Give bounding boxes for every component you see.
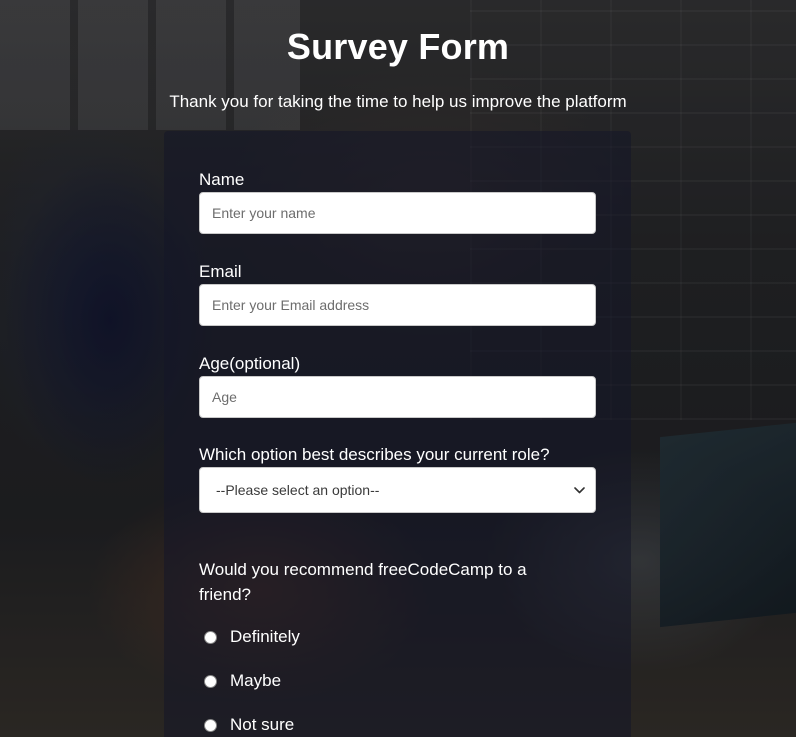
role-select-value: --Please select an option-- <box>216 482 380 498</box>
radio-option-maybe[interactable]: Maybe <box>199 670 596 692</box>
recommend-question: Would you recommend freeCodeCamp to a fr… <box>199 560 527 604</box>
name-input[interactable] <box>199 192 596 234</box>
name-label: Name <box>199 170 245 189</box>
recommend-option: Definitely <box>199 626 596 648</box>
radio-option-definitely[interactable]: Definitely <box>199 626 596 648</box>
page-title: Survey Form <box>286 26 510 67</box>
page-description: Thank you for taking the time to help us… <box>169 92 627 111</box>
recommend-option: Maybe <box>199 670 596 692</box>
radio-option-not-sure[interactable]: Not sure <box>199 714 596 736</box>
recommend-option: Not sure <box>199 714 596 736</box>
radio-button[interactable] <box>204 630 217 644</box>
radio-button[interactable] <box>204 674 217 688</box>
age-input[interactable] <box>199 376 596 418</box>
role-label: Which option best describes your current… <box>199 445 550 464</box>
radio-button[interactable] <box>204 718 217 732</box>
age-label: Age(optional) <box>199 354 301 373</box>
role-field-group: Which option best describes your current… <box>199 443 596 513</box>
survey-page: Survey Form Thank you for taking the tim… <box>0 0 796 737</box>
age-field-group: Age(optional) <box>199 352 596 418</box>
recommend-field-group: Would you recommend freeCodeCamp to a fr… <box>199 557 596 607</box>
chevron-down-icon <box>573 484 585 496</box>
radio-label: Not sure <box>230 715 295 734</box>
email-input[interactable] <box>199 284 596 326</box>
radio-label: Maybe <box>230 671 282 690</box>
email-field-group: Email <box>199 260 596 326</box>
role-select[interactable]: --Please select an option-- <box>199 467 596 513</box>
radio-label: Definitely <box>230 627 300 646</box>
email-label: Email <box>199 262 242 281</box>
name-field-group: Name <box>199 168 596 234</box>
